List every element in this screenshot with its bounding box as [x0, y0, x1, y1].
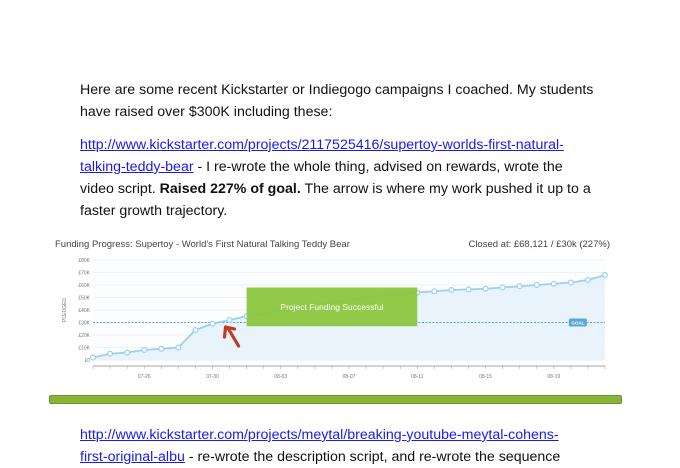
y-tick-label: £60K: [78, 283, 90, 289]
intro-paragraph: Here are some recent Kickstarter or Indi…: [80, 79, 610, 123]
campaign1-link-part1[interactable]: http://www.kickstarter.com/projects/2117…: [80, 137, 564, 153]
x-tick-label: 08-15: [479, 374, 492, 380]
chart-svg: £0 £10K £20K £30K £40K £50K £60K £70K £80K PLEDGE…: [62, 258, 608, 380]
y-tick-label: £30K: [78, 321, 90, 327]
x-tick-label: 08-07: [343, 374, 356, 380]
funding-point: [431, 288, 438, 295]
y-tick-label: £20K: [78, 333, 90, 339]
y-tick-label: £0: [84, 358, 90, 364]
y-tick-label: £40K: [78, 308, 90, 314]
x-tick-label: 08-11: [411, 374, 424, 380]
funding-point: [533, 281, 540, 288]
funding-point: [226, 316, 233, 323]
campaign2-description: - re-wrote the description script, and r…: [184, 449, 561, 465]
x-tick-label: 08-19: [547, 374, 560, 380]
campaign2-paragraph: http://www.kickstarter.com/projects/meyt…: [80, 424, 610, 468]
funding-point: [601, 271, 608, 278]
campaign2-link-part1[interactable]: http://www.kickstarter.com/projects/meyt…: [80, 427, 559, 443]
campaign1-paragraph: http://www.kickstarter.com/projects/2117…: [80, 134, 610, 222]
campaign1-video-text: video script.: [80, 181, 160, 197]
x-tick-label: 08-03: [274, 374, 287, 380]
funding-point: [567, 279, 574, 286]
y-tick-label: £70K: [78, 271, 90, 277]
funding-point: [141, 346, 148, 353]
funding-point: [516, 283, 523, 290]
campaign1-link-part2[interactable]: talking-teddy-bear: [80, 159, 194, 175]
funding-point: [192, 326, 199, 333]
funding-point: [175, 344, 182, 351]
campaign1-arrow-text: The arrow is where my work pushed it up …: [300, 181, 591, 197]
y-tick-label: £50K: [78, 296, 90, 302]
funding-point: [209, 320, 216, 327]
funding-progress-chart: Funding Progress: Supertoy - World's Fir…: [50, 237, 620, 385]
x-tick-label: 07-26: [138, 374, 151, 380]
y-axis-label: PLEDGED: [62, 298, 68, 322]
funding-point: [499, 284, 506, 291]
funding-point: [448, 286, 455, 293]
intro-line-1: Here are some recent Kickstarter or Indi…: [80, 82, 594, 98]
section-divider: [49, 395, 622, 404]
funding-point: [465, 286, 472, 293]
y-tick-label: £10K: [78, 346, 90, 352]
funding-point: [158, 345, 165, 352]
success-banner-text: Project Funding Successful: [280, 302, 383, 312]
funding-point: [584, 276, 591, 283]
funding-point: [124, 349, 131, 356]
funding-point: [89, 354, 96, 361]
campaign1-description: - I re-wrote the whole thing, advised on…: [193, 159, 563, 175]
funding-point: [550, 280, 557, 287]
campaign1-trajectory-text: faster growth trajectory.: [80, 203, 228, 219]
campaign1-raised-highlight: Raised 227% of goal.: [159, 181, 301, 197]
intro-line-2: have raised over $300K including these:: [80, 104, 333, 120]
y-tick-label: £80K: [78, 258, 90, 264]
funding-point: [107, 350, 114, 357]
goal-label: GOAL: [571, 321, 584, 326]
campaign2-link-part2[interactable]: first-original-albu: [80, 449, 185, 465]
x-tick-label: 07-30: [206, 374, 219, 380]
funding-point: [482, 285, 489, 292]
